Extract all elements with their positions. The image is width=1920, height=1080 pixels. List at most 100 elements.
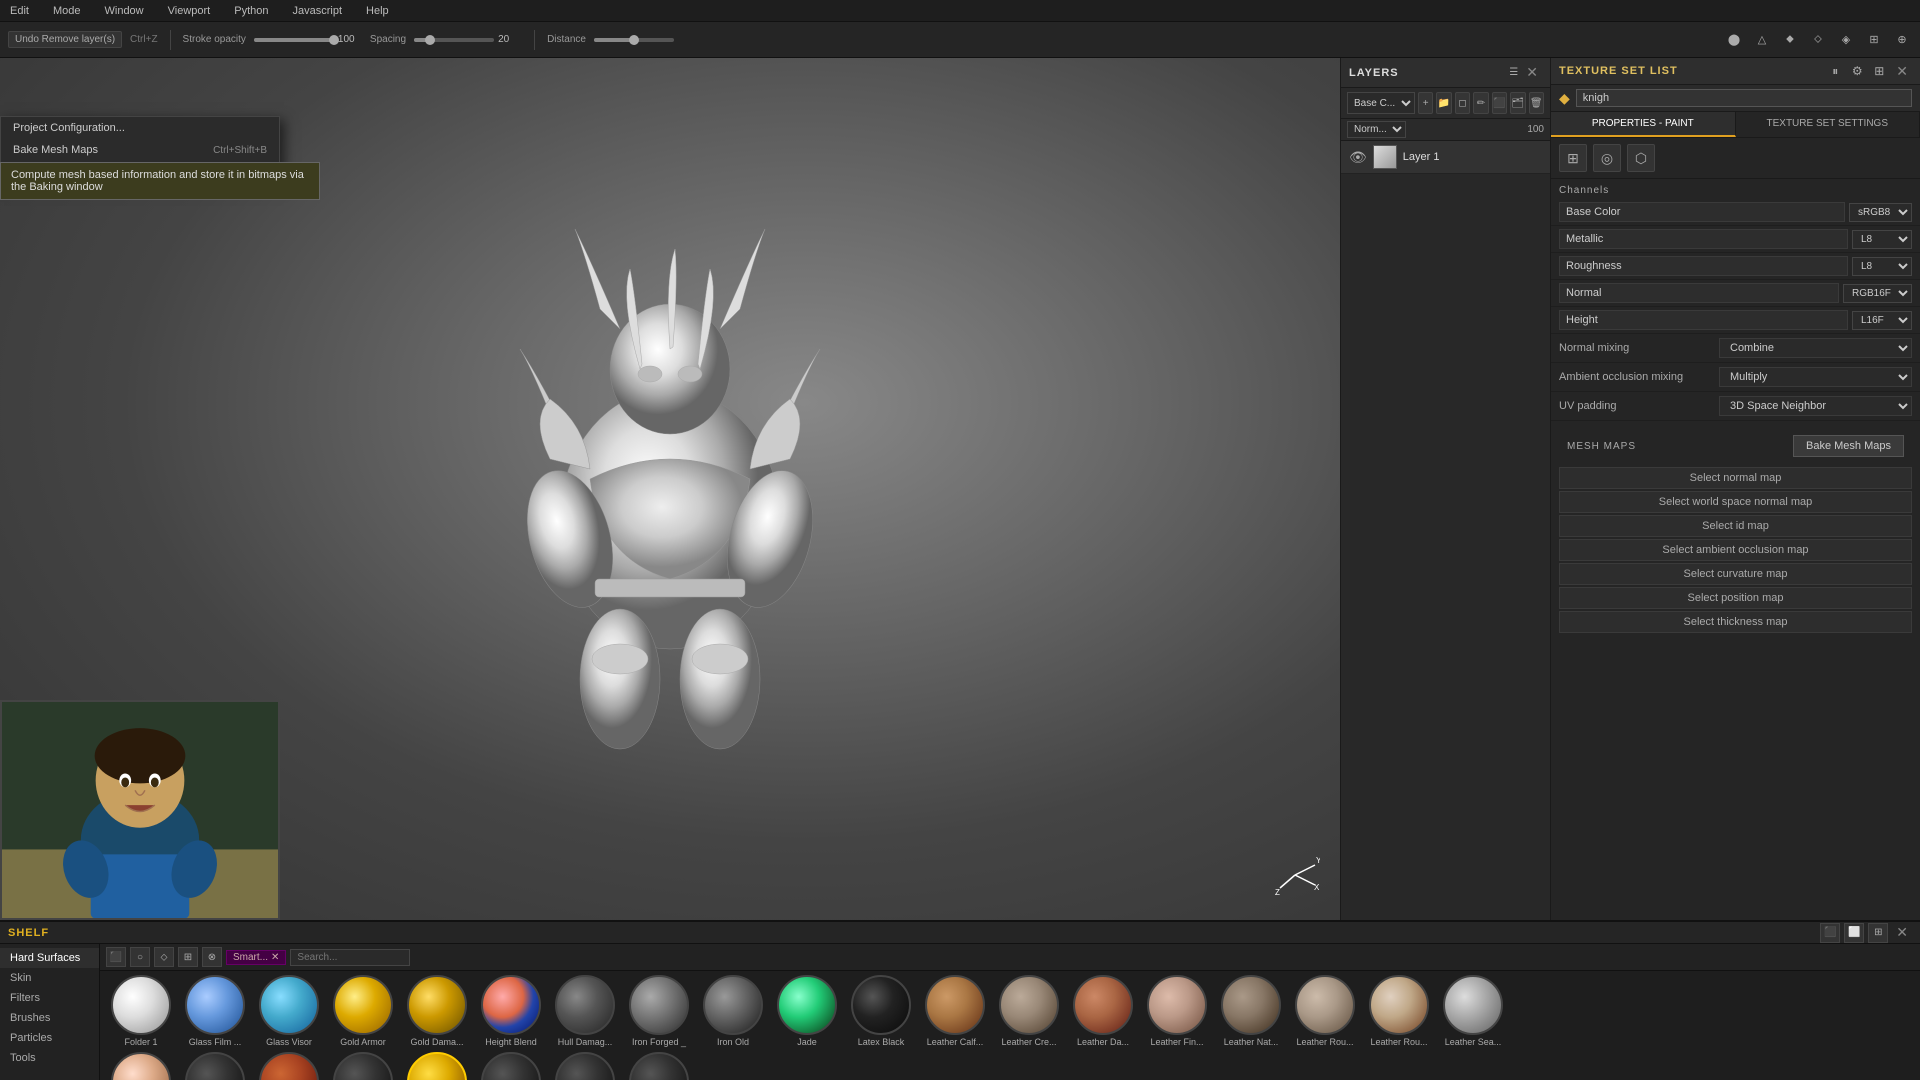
dropdown-item-bake[interactable]: Bake Mesh Maps Ctrl+Shift+B [1, 139, 279, 161]
shelf-icon-restore[interactable]: ⬛ [1820, 923, 1840, 943]
select-id-map-button[interactable]: Select id map [1559, 515, 1912, 537]
shelf-icon-maximize[interactable]: ⬜ [1844, 923, 1864, 943]
shelf-cat-brushes[interactable]: Brushes [0, 1008, 99, 1028]
layer-tool-mask[interactable]: ◻ [1455, 92, 1470, 114]
roughness-format[interactable]: L8 [1852, 257, 1912, 276]
toolbar-icon-4[interactable]: ⬦ [1808, 30, 1828, 50]
menu-help[interactable]: Help [362, 5, 393, 17]
shelf-item-glass-film[interactable]: Glass Film ... [180, 975, 250, 1048]
shelf-item-jade[interactable]: Jade [772, 975, 842, 1048]
layers-menu-icon[interactable]: ☰ [1509, 67, 1518, 78]
menu-python[interactable]: Python [230, 5, 272, 17]
shelf-item-r2-8[interactable] [624, 1052, 694, 1080]
shelf-item-leather-nat[interactable]: Leather Nat... [1216, 975, 1286, 1048]
menu-mode[interactable]: Mode [49, 5, 85, 17]
toolbar-icon-2[interactable]: △ [1752, 30, 1772, 50]
shelf-item-hull-damag[interactable]: Hull Damag... [550, 975, 620, 1048]
toolbar-icon-6[interactable]: ⊞ [1864, 30, 1884, 50]
shelf-item-r2-3[interactable] [254, 1052, 324, 1080]
select-normal-map-button[interactable]: Select normal map [1559, 467, 1912, 489]
shelf-item-latex-black[interactable]: Latex Black [846, 975, 916, 1048]
spacing-slider[interactable] [414, 38, 494, 42]
shelf-item-leather-rou2[interactable]: Leather Rou... [1364, 975, 1434, 1048]
shelf-icon-grid[interactable]: ⊞ [1868, 923, 1888, 943]
texture-name-input[interactable] [1576, 89, 1912, 107]
shelf-item-leather-cre[interactable]: Leather Cre... [994, 975, 1064, 1048]
shelf-filter-icon-3[interactable]: ⬦ [154, 947, 174, 967]
shelf-item-gold-dama[interactable]: Gold Dama... [402, 975, 472, 1048]
viewport[interactable]: Project Configuration... Bake Mesh Maps … [0, 58, 1340, 920]
menu-edit[interactable]: Edit [6, 5, 33, 17]
shelf-filter-icon-2[interactable]: ○ [130, 947, 150, 967]
distance-slider[interactable] [594, 38, 674, 42]
layer-visibility-icon[interactable]: 👁 [1349, 149, 1367, 166]
undo-button[interactable]: Undo Remove layer(s) [8, 31, 122, 48]
layer-tool-folder2[interactable]: 🗂 [1510, 92, 1525, 114]
base-channel-select[interactable]: Base C... [1347, 92, 1415, 114]
prop-icon-channels[interactable]: ⊞ [1559, 144, 1587, 172]
menu-window[interactable]: Window [101, 5, 148, 17]
shelf-filter-icon-4[interactable]: ⊞ [178, 947, 198, 967]
tab-texture-set-settings[interactable]: TEXTURE SET SETTINGS [1736, 112, 1920, 137]
blend-mode-select[interactable]: Norm... [1347, 121, 1406, 138]
metallic-format[interactable]: L8 [1852, 230, 1912, 249]
shelf-item-folder1[interactable]: Folder 1 [106, 975, 176, 1048]
ts-icon-settings[interactable]: ⚙ [1848, 62, 1866, 80]
shelf-item-gold-armor[interactable]: Gold Armor [328, 975, 398, 1048]
shelf-active-filter-tag[interactable]: Smart... ✕ [226, 950, 286, 965]
uv-padding-select[interactable]: 3D Space Neighbor [1719, 396, 1912, 416]
menu-javascript[interactable]: Javascript [288, 5, 346, 17]
shelf-tag-close[interactable]: ✕ [271, 952, 279, 963]
shelf-item-iron-old[interactable]: Iron Old [698, 975, 768, 1048]
shelf-item-leather-fin[interactable]: Leather Fin... [1142, 975, 1212, 1048]
ao-mixing-select[interactable]: Multiply [1719, 367, 1912, 387]
prop-icon-mesh[interactable]: ⬡ [1627, 144, 1655, 172]
shelf-item-leather-calf[interactable]: Leather Calf... [920, 975, 990, 1048]
bake-mesh-maps-button[interactable]: Bake Mesh Maps [1793, 435, 1904, 457]
layer-tool-add[interactable]: + [1418, 92, 1433, 114]
shelf-close-button[interactable]: ✕ [1892, 923, 1912, 943]
shelf-item-glass-visor[interactable]: Glass Visor [254, 975, 324, 1048]
ts-icon-pause[interactable]: ⏸ [1826, 62, 1844, 80]
shelf-item-r2-2[interactable] [180, 1052, 250, 1080]
shelf-item-r2-5[interactable] [402, 1052, 472, 1080]
select-thickness-map-button[interactable]: Select thickness map [1559, 611, 1912, 633]
shelf-item-leather-da[interactable]: Leather Da... [1068, 975, 1138, 1048]
select-world-normal-map-button[interactable]: Select world space normal map [1559, 491, 1912, 513]
ts-close-button[interactable]: ✕ [1892, 62, 1912, 80]
toolbar-icon-1[interactable]: ⬤ [1724, 30, 1744, 50]
layer-tool-folder[interactable]: 📁 [1436, 92, 1451, 114]
shelf-item-r2-6[interactable] [476, 1052, 546, 1080]
shelf-cat-hard-surfaces[interactable]: Hard Surfaces [0, 948, 99, 968]
shelf-cat-tools[interactable]: Tools [0, 1048, 99, 1068]
select-position-map-button[interactable]: Select position map [1559, 587, 1912, 609]
shelf-search-input[interactable] [290, 949, 410, 966]
normal-format[interactable]: RGB16F [1843, 284, 1912, 303]
shelf-item-leather-rou1[interactable]: Leather Rou... [1290, 975, 1360, 1048]
layer-tool-paint[interactable]: ✏ [1473, 92, 1488, 114]
shelf-cat-filters[interactable]: Filters [0, 988, 99, 1008]
normal-mixing-select[interactable]: Combine [1719, 338, 1912, 358]
height-format[interactable]: L16F [1852, 311, 1912, 330]
toolbar-icon-7[interactable]: ⊕ [1892, 30, 1912, 50]
shelf-item-r2-1[interactable] [106, 1052, 176, 1080]
ts-icon-grid[interactable]: ⊞ [1870, 62, 1888, 80]
select-curvature-map-button[interactable]: Select curvature map [1559, 563, 1912, 585]
layers-close-button[interactable]: ✕ [1522, 64, 1542, 81]
menu-viewport[interactable]: Viewport [164, 5, 215, 17]
stroke-opacity-slider[interactable] [254, 38, 334, 42]
shelf-filter-icon-1[interactable]: ⬛ [106, 947, 126, 967]
toolbar-icon-3[interactable]: ⬥ [1780, 30, 1800, 50]
toolbar-icon-5[interactable]: ◈ [1836, 30, 1856, 50]
select-ao-map-button[interactable]: Select ambient occlusion map [1559, 539, 1912, 561]
shelf-filter-icon-5[interactable]: ⊗ [202, 947, 222, 967]
shelf-item-r2-7[interactable] [550, 1052, 620, 1080]
shelf-item-iron-forged[interactable]: Iron Forged _ [624, 975, 694, 1048]
prop-icon-layers[interactable]: ◎ [1593, 144, 1621, 172]
layer-tool-delete[interactable]: 🗑 [1529, 92, 1544, 114]
shelf-cat-particles[interactable]: Particles [0, 1028, 99, 1048]
base-color-format[interactable]: sRGB8 [1849, 203, 1912, 222]
layer-1-row[interactable]: 👁 Layer 1 [1341, 141, 1550, 174]
shelf-item-height-blend[interactable]: Height Blend [476, 975, 546, 1048]
tab-properties-paint[interactable]: PROPERTIES - PAINT [1551, 112, 1736, 137]
